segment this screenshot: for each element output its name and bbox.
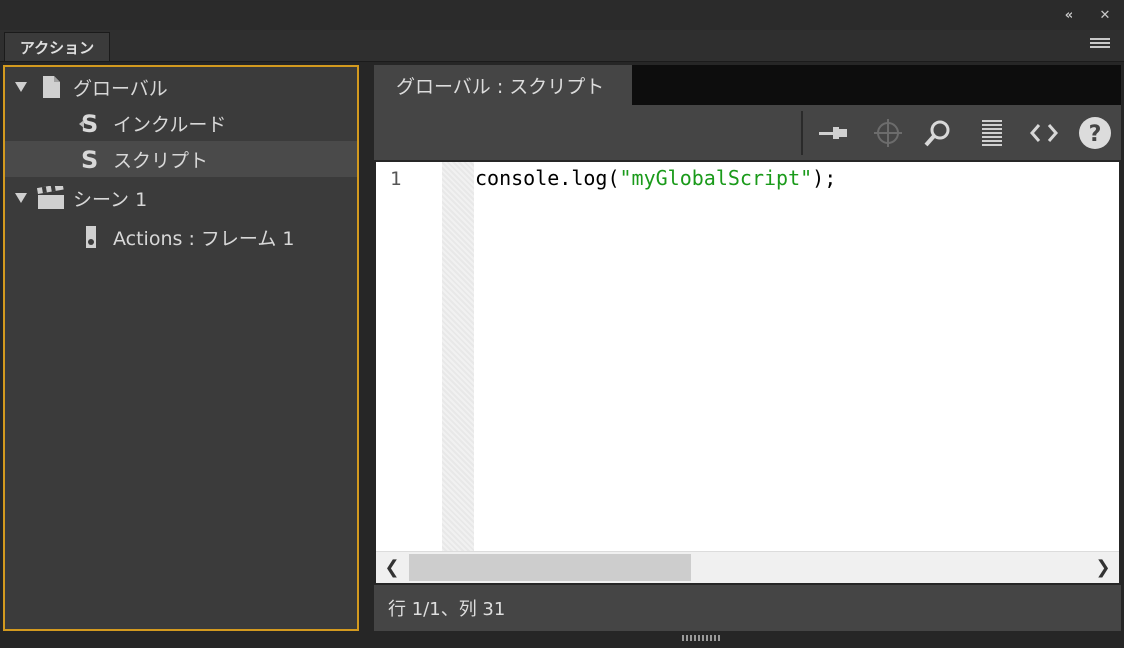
svg-text:?: ? — [1089, 122, 1102, 147]
horizontal-scrollbar[interactable]: ❮ ❯ — [376, 551, 1119, 583]
script-icon: S — [75, 109, 107, 137]
status-bar: 行 1/1、列 31 — [374, 585, 1121, 631]
resize-grip-icon[interactable] — [682, 635, 720, 641]
tab-actions[interactable]: アクション — [4, 32, 110, 61]
clapper-icon — [35, 184, 67, 212]
tree-item-global[interactable]: グローバル — [5, 69, 357, 105]
search-icon[interactable] — [920, 115, 956, 151]
tree-item-actions-frame-1[interactable]: Actions : フレーム 1 — [5, 219, 357, 255]
tree-item-include[interactable]: S インクルード — [5, 105, 357, 141]
tree-item-label: スクリプト — [113, 149, 209, 172]
toolbar-divider — [801, 111, 803, 155]
panel-menu-icon[interactable] — [1090, 38, 1110, 52]
line-number-gutter: 1 — [376, 162, 474, 551]
scroll-thumb[interactable] — [409, 554, 691, 581]
cursor-position: 行 1/1、列 31 — [388, 599, 506, 620]
tab-global-script[interactable]: グローバル : スクリプト — [374, 65, 632, 105]
code-snippets-icon[interactable] — [1026, 115, 1062, 151]
panel-tab-bar: アクション — [0, 30, 1124, 62]
pin-icon[interactable] — [816, 115, 852, 151]
script-tab-strip: グローバル : スクリプト — [374, 65, 1121, 105]
script-icon: S — [75, 145, 107, 173]
tree-item-label: Actions : フレーム 1 — [113, 227, 295, 250]
fold-margin — [442, 162, 474, 551]
script-navigator: グローバル S インクルード S スクリプト シーン 1 Actions: フ… — [3, 65, 359, 631]
code-text: ); — [812, 166, 837, 190]
svg-text:S: S — [81, 146, 98, 172]
code-text: console.log( — [475, 166, 620, 190]
tree-item-label: シーン 1 — [73, 188, 148, 211]
line-number: 1 — [390, 168, 402, 190]
code-editor[interactable]: 1 console.log("myGlobalScript"); — [376, 162, 1119, 551]
code-line[interactable]: console.log("myGlobalScript"); — [475, 166, 836, 190]
document-icon — [35, 73, 67, 101]
tree-item-label: グローバル — [73, 77, 168, 100]
scroll-left-icon[interactable]: ❮ — [376, 552, 408, 583]
code-string: "myGlobalScript" — [619, 166, 813, 190]
target-icon[interactable] — [870, 115, 906, 151]
scroll-right-icon[interactable]: ❯ — [1087, 552, 1119, 583]
tree-item-scene-1[interactable]: シーン 1 — [5, 180, 357, 216]
frame-icon — [75, 223, 107, 251]
help-icon[interactable]: ? — [1077, 115, 1113, 151]
close-icon[interactable]: ✕ — [1094, 4, 1116, 26]
expand-triangle-icon[interactable] — [15, 192, 27, 204]
collapse-icon[interactable]: « — [1058, 4, 1080, 26]
tree-item-script[interactable]: S スクリプト — [5, 141, 357, 177]
tree-item-label: インクルード — [113, 113, 227, 136]
editor-toolbar: ? — [374, 105, 1121, 160]
expand-triangle-icon[interactable] — [15, 81, 27, 93]
panel-title-bar: « ✕ — [0, 0, 1124, 31]
panel-bottom-bar — [0, 631, 1124, 648]
format-icon[interactable] — [974, 115, 1010, 151]
